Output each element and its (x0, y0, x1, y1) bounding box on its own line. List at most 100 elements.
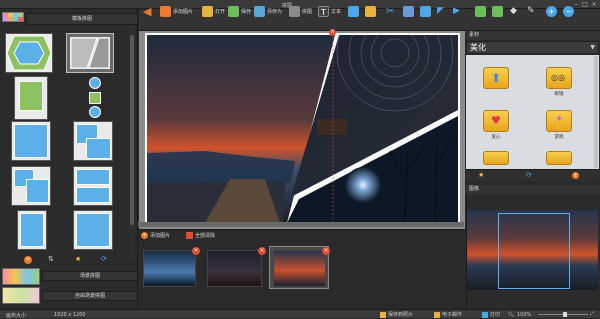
collage-canvas[interactable]: × (145, 29, 460, 226)
text-icon: T (318, 5, 329, 17)
remove-thumb-icon[interactable]: × (192, 247, 200, 255)
eraser-icon: ✎ (527, 5, 535, 16)
rotate-left-button[interactable] (475, 3, 486, 19)
strip-thumb-stars[interactable] (207, 250, 262, 287)
sort-icon[interactable]: ⇅ (48, 255, 54, 263)
material-item-glasses[interactable]: ◎◎ (546, 67, 572, 89)
email-tool-button[interactable] (365, 3, 376, 19)
template-hexagon[interactable] (5, 33, 53, 73)
paste-icon (420, 5, 431, 17)
flip-right-icon: ▶ (453, 5, 460, 16)
open-button[interactable]: 打开 (202, 3, 225, 19)
refresh-icon[interactable]: ⟳ (101, 255, 107, 263)
free-scene-thumb-icon[interactable] (2, 287, 40, 304)
rotate-left-icon (475, 5, 486, 17)
strip-thumb-sunset[interactable] (273, 250, 326, 287)
strip-thumb-moon[interactable] (143, 250, 196, 287)
cut-button[interactable]: ✂ (386, 3, 397, 19)
category-select[interactable]: 美化 ▼ (466, 41, 599, 54)
copy-button[interactable] (403, 3, 414, 19)
scene-thumb-icon[interactable] (2, 268, 40, 285)
save-button[interactable]: 保存 (228, 3, 251, 19)
zoom-out-button[interactable]: − (563, 3, 574, 19)
tag-button[interactable]: ◆ (510, 3, 521, 19)
add-image-button[interactable]: 添加图片 (160, 3, 193, 19)
print-button[interactable]: 打印 (482, 311, 500, 318)
back-button[interactable]: ◀ (143, 3, 154, 19)
collage-icon (289, 5, 300, 17)
print-icon (482, 311, 488, 318)
eraser-button[interactable]: ✎ (527, 3, 538, 19)
maximize-icon[interactable]: □ (581, 1, 589, 8)
zoom-slider-thumb[interactable] (563, 312, 567, 317)
heart-icon: ♥ (491, 114, 501, 127)
flip-left-icon: ◤ (437, 5, 444, 16)
template-grid-d[interactable] (73, 166, 113, 206)
template-circles[interactable] (86, 76, 104, 120)
strip-add-button[interactable]: + 添加图片 (141, 232, 170, 239)
refresh-icon[interactable]: ⟳ (526, 171, 532, 179)
envelope-icon (365, 5, 376, 17)
material-item-heart[interactable]: ♥ (483, 110, 509, 132)
template-grid-a[interactable] (11, 121, 51, 161)
material-item-game[interactable]: ✦ (546, 110, 572, 132)
save-as-icon (254, 5, 265, 17)
material-item-more[interactable] (483, 151, 509, 165)
paste-button[interactable] (420, 3, 431, 19)
status-bar: 画布大小 1920 x 1200 保存到照片 电子邮件 打印 🔍︎ 100% ⤢ (0, 309, 600, 319)
tag-icon: ◆ (510, 5, 517, 16)
canvas-handle-icon[interactable]: × (329, 29, 336, 36)
star-icon[interactable]: ★ (478, 171, 484, 179)
template-grid-b[interactable] (73, 121, 113, 161)
free-scene-collage-tab[interactable]: 自由场景拼图 (42, 291, 138, 301)
flip-right-button[interactable]: ▶ (453, 3, 464, 19)
copy-icon (403, 5, 414, 17)
remove-thumb-icon[interactable]: × (258, 247, 266, 255)
add-material-icon[interactable]: + (572, 172, 579, 179)
template-grid-c[interactable] (11, 166, 51, 206)
print-tool-button[interactable] (348, 3, 359, 19)
photo-icon (380, 311, 386, 318)
rotate-right-icon (492, 5, 503, 17)
rotate-right-button[interactable] (492, 3, 503, 19)
add-template-icon[interactable]: + (24, 256, 32, 264)
material-item-arrow[interactable]: ⬆ (483, 67, 509, 89)
email-button[interactable]: 电子邮件 (434, 311, 462, 318)
remove-thumb-icon[interactable]: × (322, 247, 330, 255)
zoom-in-icon: + (546, 5, 557, 17)
save-icon (228, 5, 239, 17)
material-item-more[interactable] (546, 151, 572, 165)
canvas-hscrollbar[interactable] (138, 222, 464, 227)
printer-icon (348, 5, 359, 17)
zoom-in-button[interactable]: + (546, 3, 557, 19)
collage-button[interactable]: 拼图 (289, 3, 312, 19)
template-grid-e[interactable] (17, 210, 47, 250)
material-scrollbar[interactable] (594, 56, 598, 168)
zoom-icon: 🔍︎ (508, 312, 515, 318)
template-header[interactable]: 模板拼图 (26, 13, 138, 25)
clear-icon (186, 232, 193, 239)
fit-icon[interactable]: ⤢ (590, 311, 594, 317)
preview-viewport[interactable] (498, 213, 570, 289)
text-button[interactable]: T 文本 (318, 3, 341, 19)
glasses-icon: ◎◎ (551, 73, 565, 82)
scene-collage-tab[interactable]: 场景拼图 (42, 271, 138, 281)
template-thumb-icon[interactable] (2, 12, 24, 22)
zoom-value: 100% (517, 312, 532, 318)
template-frame-green[interactable] (14, 76, 48, 120)
template-selected[interactable] (66, 33, 114, 73)
save-as-button[interactable]: 另存为 (254, 3, 282, 19)
material-header: 素材 (466, 31, 600, 40)
strip-clear-button[interactable]: 全部清除 (186, 232, 215, 239)
zoom-out-icon: − (563, 5, 574, 17)
game-icon: ✦ (555, 114, 564, 125)
up-arrow-icon: ⬆ (491, 71, 502, 85)
flip-left-button[interactable]: ◤ (437, 3, 448, 19)
template-scrollbar[interactable] (129, 25, 135, 261)
add-icon: + (141, 232, 148, 239)
template-grid-f[interactable] (73, 210, 113, 250)
save-photo-button[interactable]: 保存到照片 (380, 311, 413, 318)
material-footer (466, 169, 599, 181)
close-icon[interactable]: × (590, 1, 598, 8)
star-icon[interactable]: ★ (75, 255, 81, 263)
